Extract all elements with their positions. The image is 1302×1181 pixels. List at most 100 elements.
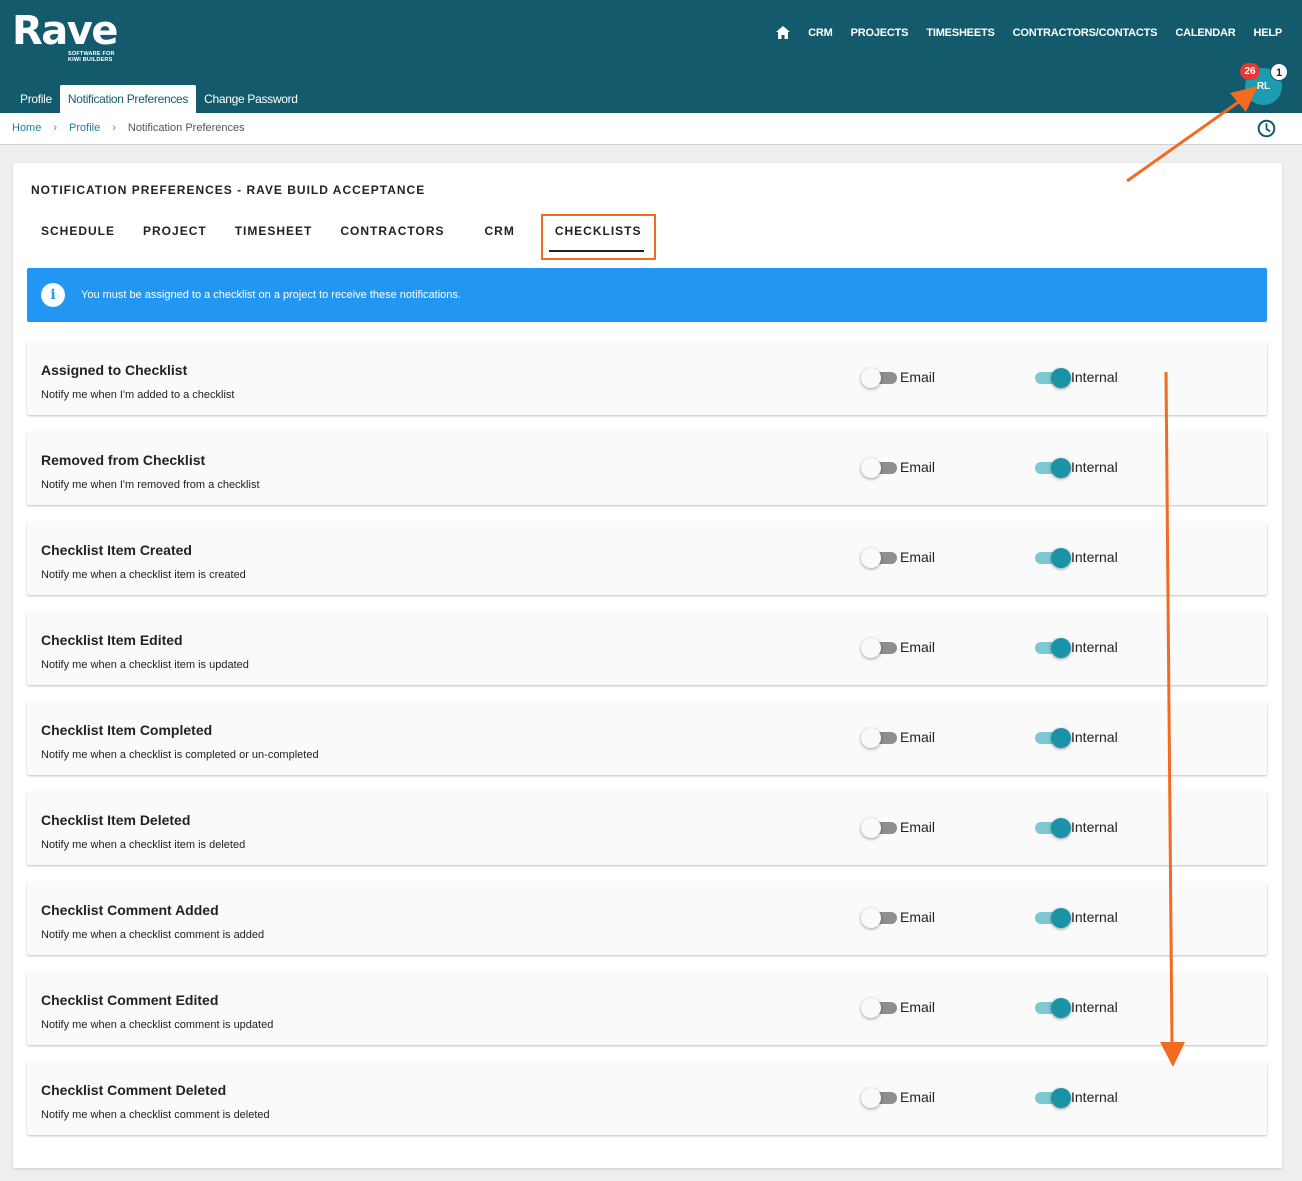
toggle-knob: [1051, 1088, 1071, 1108]
internal-label: Internal: [1071, 1089, 1118, 1105]
preference-title: Checklist Item Deleted: [41, 812, 191, 828]
toggle-knob: [861, 458, 881, 478]
toggle-knob: [861, 818, 881, 838]
toggle-knob: [861, 728, 881, 748]
preference-list: Assigned to Checklist Notify me when I'm …: [27, 342, 1267, 1152]
info-banner: i You must be assigned to a checklist on…: [27, 268, 1267, 322]
rave-logo[interactable]: Rave SOFTWARE FOR KIWI BUILDERS: [12, 8, 119, 63]
email-toggle[interactable]: [861, 997, 897, 1018]
internal-toggle[interactable]: [1035, 547, 1071, 568]
toggle-knob: [1051, 458, 1071, 478]
toggle-knob: [861, 548, 881, 568]
email-toggle[interactable]: [861, 637, 897, 658]
internal-label: Internal: [1071, 549, 1118, 565]
tab-schedule[interactable]: SCHEDULE: [27, 214, 129, 260]
preference-title: Checklist Item Completed: [41, 722, 213, 738]
subtab-notification-preferences[interactable]: Notification Preferences: [59, 85, 197, 113]
breadcrumb-profile[interactable]: Profile: [69, 122, 100, 134]
subtab-change-password[interactable]: Change Password: [196, 85, 306, 113]
info-icon: i: [41, 283, 65, 307]
breadcrumb-home[interactable]: Home: [12, 122, 41, 134]
email-toggle[interactable]: [861, 1087, 897, 1108]
tab-project[interactable]: PROJECT: [129, 214, 221, 260]
email-label: Email: [900, 729, 936, 745]
preference-row-removed-from-checklist: Removed from Checklist Notify me when I'm…: [27, 432, 1267, 505]
breadcrumb-current: Notification Preferences: [127, 122, 245, 134]
preference-description: Notify me when a checklist comment is up…: [41, 1019, 274, 1031]
email-label: Email: [900, 819, 936, 835]
preference-description: Notify me when a checklist item is updat…: [41, 659, 249, 671]
internal-toggle[interactable]: [1035, 637, 1071, 658]
internal-toggle[interactable]: [1035, 997, 1071, 1018]
nav-help[interactable]: HELP: [1253, 27, 1282, 39]
preference-title: Checklist Comment Edited: [41, 992, 219, 1008]
toggle-knob: [1051, 908, 1071, 928]
internal-label: Internal: [1071, 999, 1118, 1015]
internal-label: Internal: [1071, 729, 1118, 745]
email-toggle[interactable]: [861, 907, 897, 928]
nav-calendar[interactable]: CALENDAR: [1175, 27, 1235, 39]
preference-description: Notify me when a checklist is completed …: [41, 749, 319, 761]
preference-title: Checklist Item Created: [41, 542, 192, 558]
internal-toggle[interactable]: [1035, 457, 1071, 478]
home-icon[interactable]: [776, 26, 791, 39]
internal-toggle[interactable]: [1035, 907, 1071, 928]
internal-toggle[interactable]: [1035, 367, 1071, 388]
breadcrumb: Home › Profile › Notification Preference…: [12, 122, 245, 134]
preference-description: Notify me when a checklist item is creat…: [41, 569, 246, 581]
tab-contractors[interactable]: CONTRACTORS: [326, 214, 458, 260]
tab-checklists[interactable]: CHECKLISTS: [540, 214, 656, 260]
toggle-knob: [1051, 368, 1071, 388]
toggle-knob: [1051, 998, 1071, 1018]
internal-toggle[interactable]: [1035, 727, 1071, 748]
tab-timesheet[interactable]: TIMESHEET: [221, 214, 327, 260]
toggle-knob: [861, 368, 881, 388]
internal-label: Internal: [1071, 459, 1118, 475]
internal-label: Internal: [1071, 639, 1118, 655]
internal-toggle[interactable]: [1035, 817, 1071, 838]
preference-title: Checklist Comment Deleted: [41, 1082, 227, 1098]
internal-toggle[interactable]: [1035, 1087, 1071, 1108]
email-toggle[interactable]: [861, 457, 897, 478]
preference-title: Removed from Checklist: [41, 452, 206, 468]
preference-row-checklist-comment-added: Checklist Comment Added Notify me when a …: [27, 882, 1267, 955]
preference-row-checklist-comment-deleted: Checklist Comment Deleted Notify me when …: [27, 1062, 1267, 1135]
notification-count-badge: 26: [1240, 63, 1260, 80]
email-toggle[interactable]: [861, 727, 897, 748]
toggle-knob: [1051, 818, 1071, 838]
subtab-profile[interactable]: Profile: [12, 85, 60, 113]
preference-title: Checklist Comment Added: [41, 902, 219, 918]
preference-title: Assigned to Checklist: [41, 362, 188, 378]
nav-contractors-contacts[interactable]: CONTRACTORS/CONTACTS: [1013, 27, 1158, 39]
info-message: You must be assigned to a checklist on a…: [81, 289, 461, 301]
nav-projects[interactable]: PROJECTS: [851, 27, 909, 39]
toggle-knob: [861, 908, 881, 928]
email-toggle[interactable]: [861, 817, 897, 838]
tab-crm[interactable]: CRM: [471, 214, 529, 260]
email-label: Email: [900, 1089, 936, 1105]
preference-row-assigned-to-checklist: Assigned to Checklist Notify me when I'm …: [27, 342, 1267, 415]
logo-wordmark: Rave: [12, 8, 119, 54]
email-label: Email: [900, 369, 936, 385]
email-label: Email: [900, 549, 936, 565]
email-toggle[interactable]: [861, 547, 897, 568]
preference-title: Checklist Item Edited: [41, 632, 183, 648]
nav-timesheets[interactable]: TIMESHEETS: [926, 27, 994, 39]
toggle-knob: [861, 1088, 881, 1108]
app-header: Rave SOFTWARE FOR KIWI BUILDERS CRM PROJ…: [0, 0, 1302, 113]
nav-crm[interactable]: CRM: [808, 27, 833, 39]
toggle-knob: [861, 638, 881, 658]
preference-description: Notify me when a checklist comment is ad…: [41, 929, 265, 941]
internal-label: Internal: [1071, 909, 1118, 925]
toggle-knob: [1051, 548, 1071, 568]
preference-row-checklist-item-deleted: Checklist Item Deleted Notify me when a c…: [27, 792, 1267, 865]
preference-row-checklist-item-created: Checklist Item Created Notify me when a c…: [27, 522, 1267, 595]
toggle-knob: [861, 998, 881, 1018]
email-label: Email: [900, 459, 936, 475]
email-toggle[interactable]: [861, 367, 897, 388]
history-clock-icon[interactable]: [1257, 119, 1276, 138]
toggle-knob: [1051, 638, 1071, 658]
category-tabs: SCHEDULE PROJECT TIMESHEET CONTRACTORS C…: [27, 214, 656, 260]
preference-row-checklist-item-edited: Checklist Item Edited Notify me when a ch…: [27, 612, 1267, 685]
page-title: NOTIFICATION PREFERENCES - RAVE BUILD AC…: [31, 183, 426, 197]
